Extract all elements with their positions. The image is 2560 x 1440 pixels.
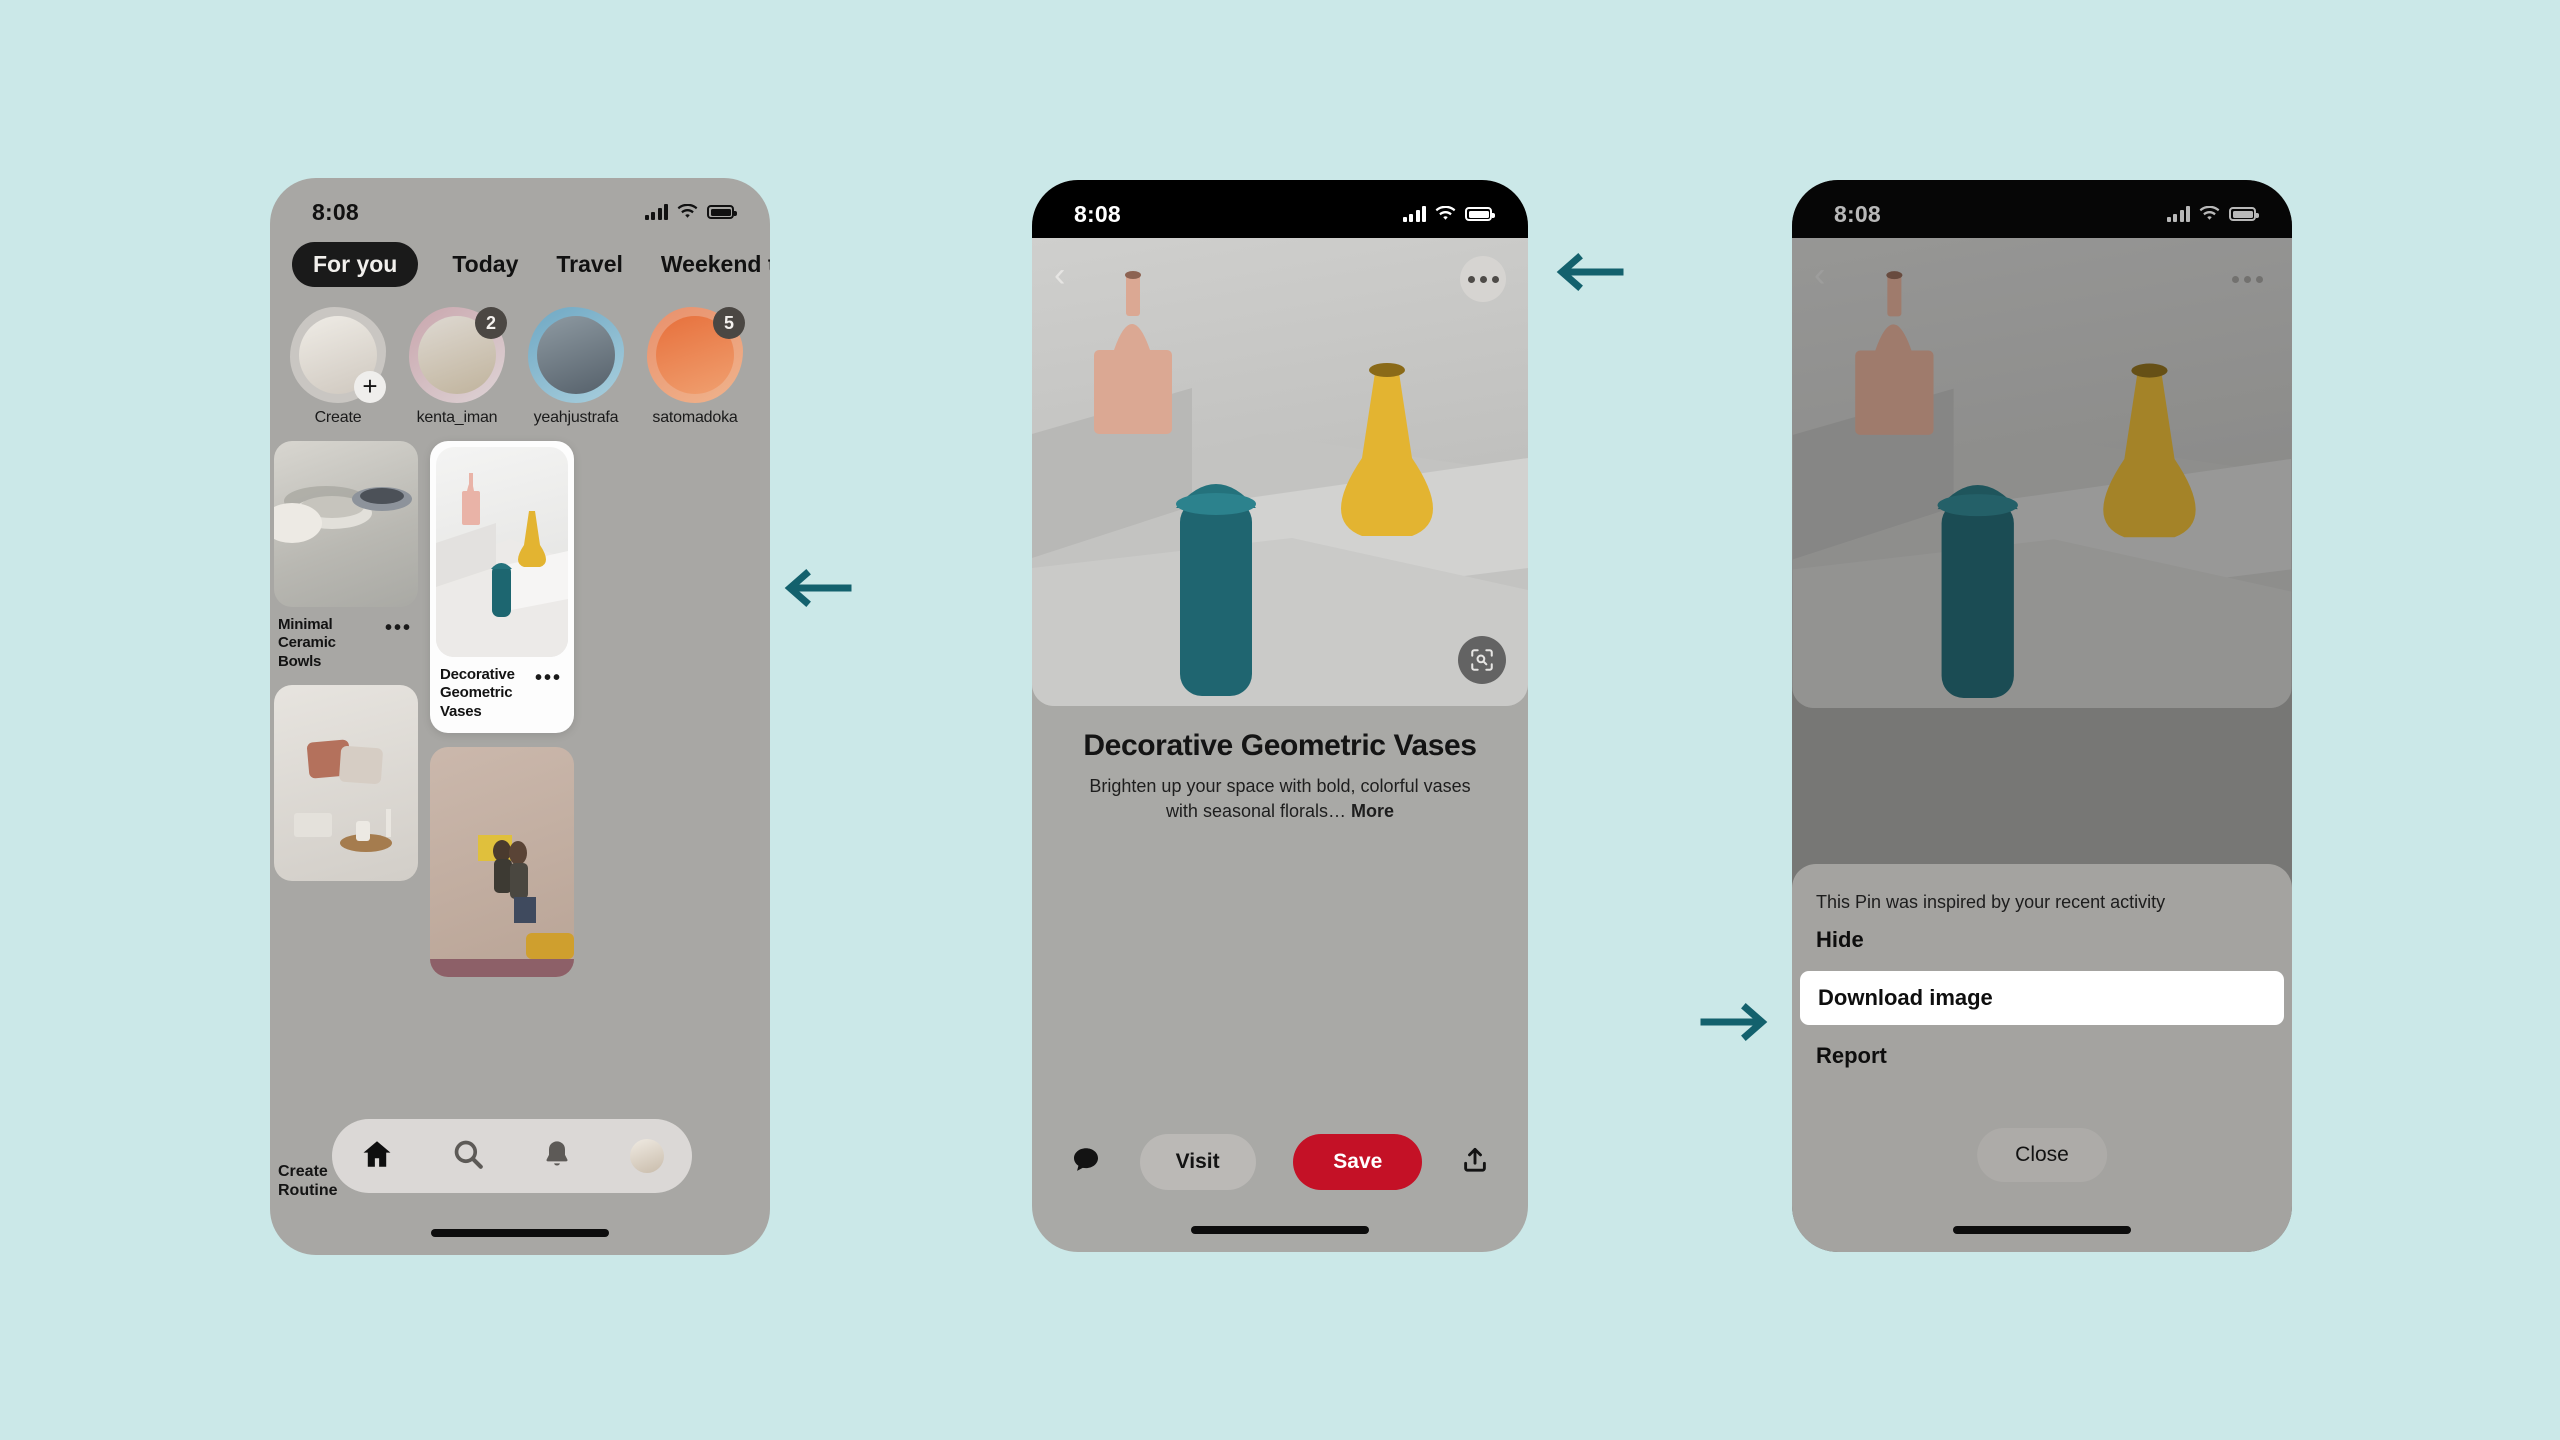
status-bar: 8:08 bbox=[270, 178, 770, 236]
home-indicator bbox=[1953, 1226, 2131, 1234]
pin-image[interactable] bbox=[274, 684, 418, 881]
arrow-to-overflow-button bbox=[1556, 253, 1624, 291]
home-indicator bbox=[1191, 1226, 1369, 1234]
tab-for-you[interactable]: For you bbox=[292, 242, 419, 287]
sheet-item-hide[interactable]: Hide bbox=[1792, 913, 2292, 967]
battery-icon bbox=[1465, 207, 1495, 221]
pin-description-text: Brighten up your space with bold, colorf… bbox=[1089, 776, 1471, 821]
pin-feed: Minimal Ceramic Bowls ••• Decorative Geo… bbox=[270, 441, 770, 977]
pin-image[interactable] bbox=[436, 447, 568, 657]
avatar-image bbox=[537, 316, 615, 394]
profile-avatar-icon[interactable] bbox=[629, 1139, 664, 1173]
pin-image[interactable] bbox=[430, 746, 574, 977]
unread-badge: 5 bbox=[713, 307, 745, 339]
pin-overflow-icon[interactable]: ••• bbox=[385, 607, 418, 638]
pin-title: Decorative Geometric Vases bbox=[440, 666, 515, 720]
unread-badge: 2 bbox=[475, 307, 507, 339]
wifi-icon bbox=[1435, 206, 1456, 220]
pin-wall-art[interactable] bbox=[430, 746, 574, 977]
tab-weekend-trip[interactable]: Weekend trip bbox=[657, 242, 770, 287]
status-bar: 8:08 bbox=[1032, 180, 1528, 238]
pin-minimal-ceramic-bowls[interactable]: Minimal Ceramic Bowls ••• bbox=[274, 441, 418, 671]
status-icons bbox=[644, 204, 737, 220]
pin-action-bar[interactable]: Visit Save bbox=[1032, 1134, 1528, 1190]
battery-icon bbox=[707, 205, 737, 219]
status-time: 8:08 bbox=[1074, 200, 1121, 227]
cellular-signal-icon bbox=[644, 204, 668, 220]
arrow-to-pin-card bbox=[784, 569, 852, 607]
story-avatars-row[interactable]: + Create 2 kenta_iman yeahjustrafa 5 sat… bbox=[270, 297, 770, 431]
visual-search-icon[interactable] bbox=[1458, 636, 1506, 684]
home-indicator bbox=[431, 1229, 609, 1237]
avatar-kenta-iman[interactable]: 2 kenta_iman bbox=[409, 307, 507, 427]
screenshot-stage: 8:08 For you Today Travel Weekend trip bbox=[0, 0, 2560, 1440]
phone-overflow-sheet: 8:08 ‹ This Pin was inspired by your rec… bbox=[1792, 180, 2292, 1252]
pin-bedroom[interactable] bbox=[274, 684, 418, 881]
tab-today[interactable]: Today bbox=[448, 242, 522, 287]
sheet-item-download-image[interactable]: Download image bbox=[1800, 971, 2284, 1025]
avatar-yeahjustrafa[interactable]: yeahjustrafa bbox=[528, 307, 624, 427]
feed-tabs[interactable]: For you Today Travel Weekend trip bbox=[270, 236, 770, 297]
arrow-to-download-image bbox=[1700, 1003, 1768, 1041]
share-icon[interactable] bbox=[1460, 1145, 1490, 1180]
pin-hero-image[interactable]: ‹ bbox=[1032, 238, 1528, 706]
pin-title: Minimal Ceramic Bowls bbox=[278, 616, 336, 670]
action-sheet: This Pin was inspired by your recent act… bbox=[1792, 864, 2292, 1252]
visit-button[interactable]: Visit bbox=[1139, 1134, 1256, 1190]
home-icon[interactable] bbox=[360, 1137, 394, 1176]
pin-decorative-geometric-vases[interactable]: Decorative Geometric Vases ••• bbox=[430, 441, 574, 733]
pin-image[interactable] bbox=[274, 441, 418, 607]
phone-home-feed: 8:08 For you Today Travel Weekend trip bbox=[270, 178, 770, 1255]
avatar-label: kenta_iman bbox=[416, 409, 498, 426]
pin-title: Decorative Geometric Vases bbox=[1083, 729, 1477, 762]
back-chevron-icon[interactable]: ‹ bbox=[1054, 258, 1065, 292]
avatar-label: satomadoka bbox=[652, 409, 738, 426]
overflow-menu-button[interactable] bbox=[1460, 256, 1506, 302]
feed-column-right: Decorative Geometric Vases ••• bbox=[430, 441, 574, 977]
wifi-icon bbox=[677, 204, 698, 218]
more-link[interactable]: More bbox=[1351, 801, 1394, 821]
tab-travel[interactable]: Travel bbox=[552, 242, 627, 287]
pin-overflow-icon[interactable]: ••• bbox=[535, 657, 568, 688]
comment-icon[interactable] bbox=[1070, 1144, 1102, 1181]
save-button[interactable]: Save bbox=[1293, 1134, 1423, 1190]
status-icons bbox=[1402, 206, 1495, 222]
avatar-create[interactable]: + Create bbox=[290, 307, 386, 427]
sheet-item-report[interactable]: Report bbox=[1792, 1029, 2292, 1083]
bottom-tab-bar[interactable] bbox=[332, 1119, 692, 1193]
phone-pin-detail: 8:08 ‹ Decorative Geometric Vases Bright… bbox=[1032, 180, 1528, 1252]
cellular-signal-icon bbox=[1402, 206, 1426, 222]
avatar-label: Create bbox=[314, 409, 362, 426]
close-button[interactable]: Close bbox=[1977, 1128, 2107, 1182]
pin-description: Brighten up your space with bold, colorf… bbox=[1032, 763, 1528, 823]
feed-column-left: Minimal Ceramic Bowls ••• bbox=[274, 441, 418, 977]
status-time: 8:08 bbox=[312, 198, 359, 225]
bell-icon[interactable] bbox=[541, 1138, 573, 1175]
sheet-note: This Pin was inspired by your recent act… bbox=[1816, 892, 2166, 912]
plus-icon[interactable]: + bbox=[354, 371, 386, 403]
search-icon[interactable] bbox=[451, 1137, 485, 1176]
avatar-satomadoka[interactable]: 5 satomadoka bbox=[647, 307, 745, 427]
avatar-label: yeahjustrafa bbox=[533, 409, 619, 426]
